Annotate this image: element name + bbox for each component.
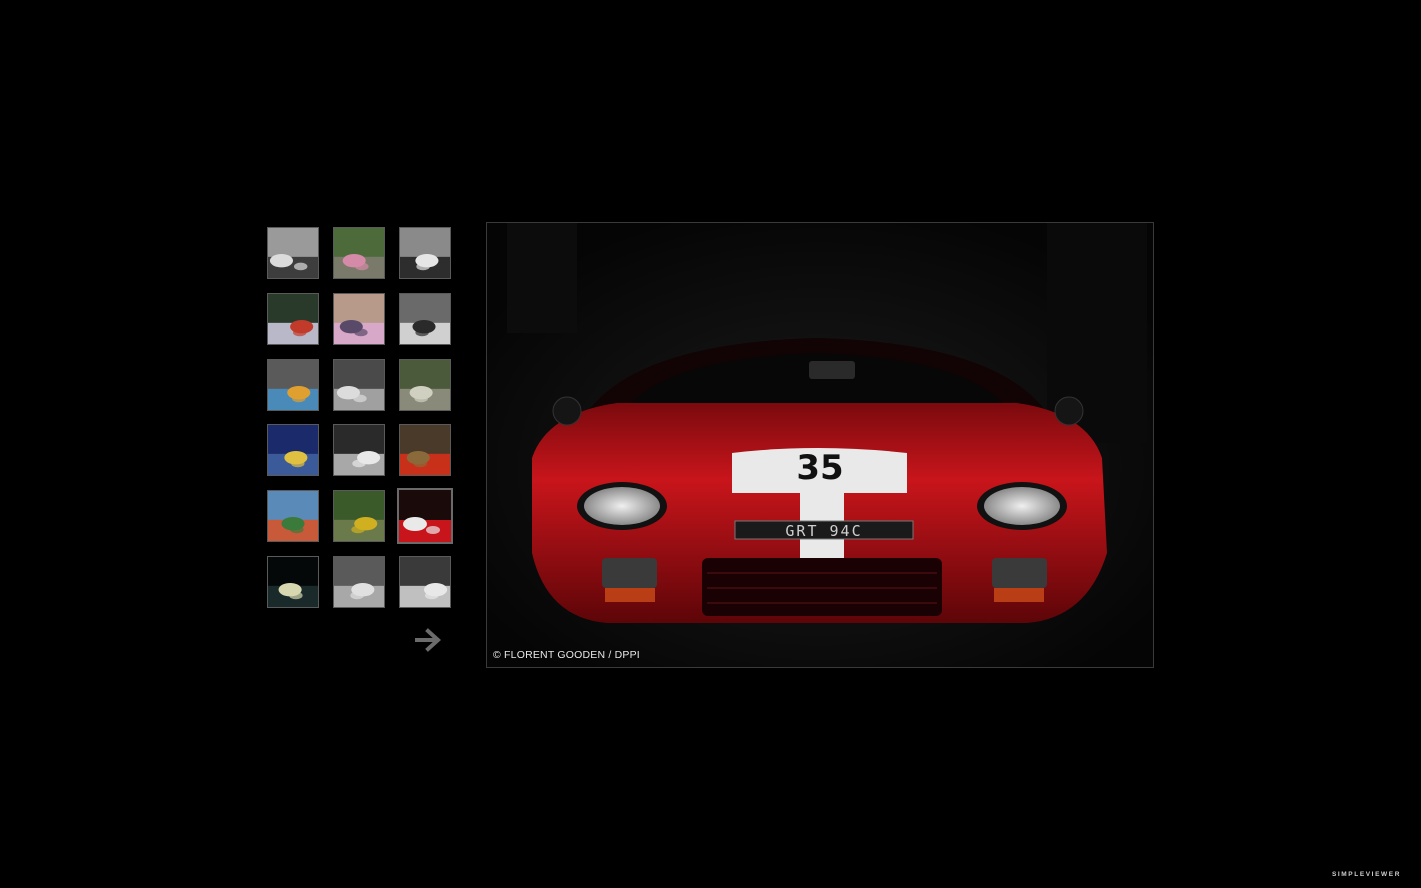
thumbnail-image: [268, 360, 318, 410]
thumbnail-image: [268, 294, 318, 344]
thumb-night-sky-track[interactable]: [267, 424, 319, 476]
photo-credit-caption: © FLORENT GOODEN / DPPI: [493, 649, 640, 661]
thumb-couple-on-car[interactable]: [333, 293, 385, 345]
thumbnail-image: [400, 360, 450, 410]
thumbnail-image: [268, 425, 318, 475]
thumb-heures-du-mans-vintage[interactable]: [399, 227, 451, 279]
thumbnail-image: [334, 228, 384, 278]
thumbnail-image: [334, 491, 384, 541]
thumb-rain-spray-bw[interactable]: [333, 556, 385, 608]
thumbnail-image: [268, 228, 318, 278]
thumbnail-image: [334, 425, 384, 475]
thumbnail-image: [399, 490, 451, 542]
thumb-night-lights[interactable]: [267, 556, 319, 608]
thumbnail-image: [400, 425, 450, 475]
thumb-le-mans-start-bw[interactable]: [267, 227, 319, 279]
thumbnail-image: [334, 360, 384, 410]
thumb-gulf-racecar[interactable]: [267, 359, 319, 411]
thumb-cockpit[interactable]: [399, 359, 451, 411]
race-number: 35: [796, 448, 843, 488]
thumb-red-car-blur[interactable]: [399, 424, 451, 476]
main-image: 35 GRT 94C: [487, 223, 1153, 667]
next-page-arrow-icon[interactable]: [414, 626, 444, 654]
thumb-cars-in-forest[interactable]: [267, 293, 319, 345]
thumb-number-8-bw[interactable]: [399, 293, 451, 345]
thumbnail-image: [268, 557, 318, 607]
thumb-crowd-colorful[interactable]: [267, 490, 319, 542]
thumb-speeding-car-bw[interactable]: [333, 424, 385, 476]
thumbnail-image: [334, 294, 384, 344]
thumbnail-image: [268, 491, 318, 541]
thumb-green-blur[interactable]: [333, 490, 385, 542]
thumbnail-image: [400, 294, 450, 344]
thumbnail-image: [334, 557, 384, 607]
license-plate: GRT 94C: [785, 522, 862, 540]
thumb-track-pink-car[interactable]: [333, 227, 385, 279]
thumb-red-gt40[interactable]: [397, 488, 453, 544]
thumb-exhaust-pipes[interactable]: [399, 556, 451, 608]
main-image-frame: 35 GRT 94C © FLORENT GOODEN / DPPI: [486, 222, 1154, 668]
thumb-grid-start-bw[interactable]: [333, 359, 385, 411]
thumbnail-image: [400, 557, 450, 607]
thumbnail-image: [400, 228, 450, 278]
simpleviewer-logo[interactable]: SIMPLEVIEWER: [1332, 871, 1401, 878]
